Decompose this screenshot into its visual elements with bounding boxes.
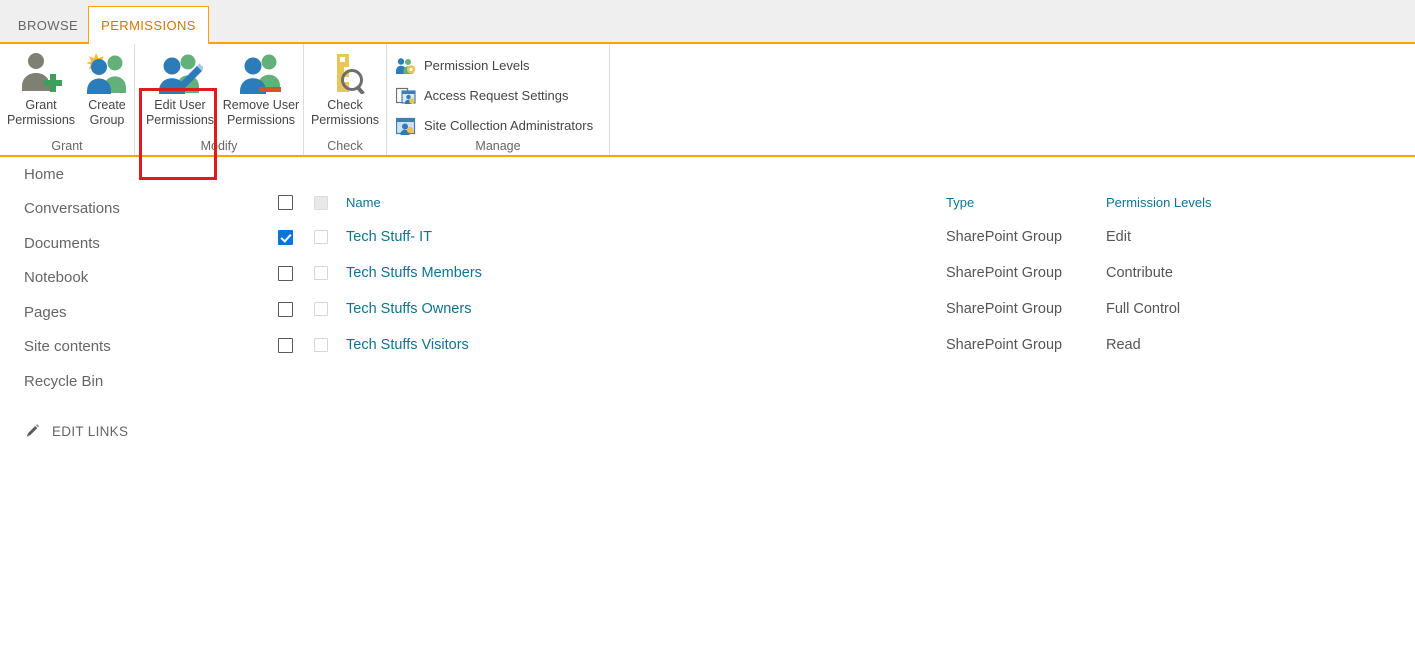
row-type: SharePoint Group <box>946 337 1106 353</box>
site-collection-administrators-button[interactable]: Site Collection Administrators <box>395 112 593 139</box>
row-name-link[interactable]: Tech Stuffs Members <box>346 265 946 281</box>
edit-user-permissions-label: Edit User Permissions <box>146 98 214 128</box>
ribbon-group-manage-label: Manage <box>387 139 609 153</box>
column-header-name[interactable]: Name <box>346 195 946 210</box>
grant-permissions-icon <box>19 50 63 94</box>
row-permission: Read <box>1106 337 1336 353</box>
edit-user-permissions-icon <box>157 50 203 94</box>
ribbon-group-grant: Grant Permissions Create Group Grant <box>0 44 135 155</box>
ribbon-group-modify: Edit User Permissions Remove User Permis… <box>135 44 304 155</box>
grant-permissions-label: Grant Permissions <box>7 98 75 128</box>
edit-links-button[interactable]: EDIT LINKS <box>0 419 250 445</box>
table-row: Tech Stuffs Visitors SharePoint Group Re… <box>278 327 1398 363</box>
permission-levels-label: Permission Levels <box>424 58 530 73</box>
table-row: Tech Stuff- IT SharePoint Group Edit <box>278 219 1398 255</box>
pencil-icon <box>24 423 41 440</box>
column-header-type[interactable]: Type <box>946 195 1106 210</box>
left-navigation: Home Conversations Documents Notebook Pa… <box>0 157 250 445</box>
access-request-settings-label: Access Request Settings <box>424 88 569 103</box>
tab-permissions[interactable]: PERMISSIONS <box>88 6 209 44</box>
sidebar-item-documents[interactable]: Documents <box>0 226 250 261</box>
column-header-permission-levels[interactable]: Permission Levels <box>1106 195 1336 210</box>
access-request-settings-button[interactable]: Access Request Settings <box>395 82 569 109</box>
table-header-row: Name Type Permission Levels <box>278 186 1398 219</box>
sidebar-item-notebook[interactable]: Notebook <box>0 261 250 296</box>
row-secondary-checkbox[interactable] <box>314 230 328 244</box>
row-select-checkbox[interactable] <box>278 230 293 245</box>
row-name-link[interactable]: Tech Stuffs Owners <box>346 301 946 317</box>
row-type: SharePoint Group <box>946 265 1106 281</box>
row-permission: Full Control <box>1106 301 1336 317</box>
edit-links-label: EDIT LINKS <box>52 424 128 439</box>
row-select-checkbox[interactable] <box>278 338 293 353</box>
permission-levels-icon <box>395 56 417 76</box>
row-secondary-checkbox[interactable] <box>314 338 328 352</box>
table-row: Tech Stuffs Members SharePoint Group Con… <box>278 255 1398 291</box>
check-permissions-label: Check Permissions <box>311 98 379 128</box>
row-select-checkbox[interactable] <box>278 302 293 317</box>
sidebar-item-conversations[interactable]: Conversations <box>0 192 250 227</box>
edit-user-permissions-button[interactable]: Edit User Permissions <box>139 48 221 134</box>
create-group-label: Create Group <box>88 98 126 128</box>
sidebar-item-recycle-bin[interactable]: Recycle Bin <box>0 364 250 399</box>
tab-browse[interactable]: BROWSE <box>8 6 88 44</box>
row-secondary-checkbox[interactable] <box>314 266 328 280</box>
header-secondary-checkbox <box>314 196 328 210</box>
create-group-icon <box>84 50 130 94</box>
site-collection-administrators-icon <box>395 116 417 136</box>
ribbon-group-check-label: Check <box>304 139 386 153</box>
check-permissions-button[interactable]: Check Permissions <box>304 48 386 134</box>
ribbon: Grant Permissions Create Group Grant <box>0 44 1415 157</box>
permission-levels-button[interactable]: Permission Levels <box>395 52 530 79</box>
row-name-link[interactable]: Tech Stuff- IT <box>346 229 946 245</box>
sidebar-item-pages[interactable]: Pages <box>0 295 250 330</box>
row-permission: Edit <box>1106 229 1336 245</box>
row-secondary-checkbox[interactable] <box>314 302 328 316</box>
remove-user-permissions-button[interactable]: Remove User Permissions <box>220 48 302 134</box>
select-all-checkbox[interactable] <box>278 195 293 210</box>
site-collection-administrators-label: Site Collection Administrators <box>424 118 593 133</box>
table-row: Tech Stuffs Owners SharePoint Group Full… <box>278 291 1398 327</box>
row-permission: Contribute <box>1106 265 1336 281</box>
access-request-settings-icon <box>395 86 417 106</box>
remove-user-permissions-label: Remove User Permissions <box>223 98 299 128</box>
ribbon-group-manage: Permission Levels Access Request Setting… <box>387 44 610 155</box>
sidebar-item-site-contents[interactable]: Site contents <box>0 330 250 365</box>
ribbon-tab-strip: BROWSE PERMISSIONS <box>0 0 1415 44</box>
row-select-checkbox[interactable] <box>278 266 293 281</box>
ribbon-group-check: Check Permissions Check <box>304 44 387 155</box>
ribbon-group-grant-label: Grant <box>0 139 134 153</box>
sidebar-item-home[interactable]: Home <box>0 157 250 192</box>
row-type: SharePoint Group <box>946 229 1106 245</box>
ribbon-group-modify-label: Modify <box>135 139 303 153</box>
remove-user-permissions-icon <box>238 50 284 94</box>
row-name-link[interactable]: Tech Stuffs Visitors <box>346 337 946 353</box>
check-permissions-icon <box>323 50 367 94</box>
row-type: SharePoint Group <box>946 301 1106 317</box>
permissions-table: Name Type Permission Levels Tech Stuff- … <box>278 186 1398 363</box>
